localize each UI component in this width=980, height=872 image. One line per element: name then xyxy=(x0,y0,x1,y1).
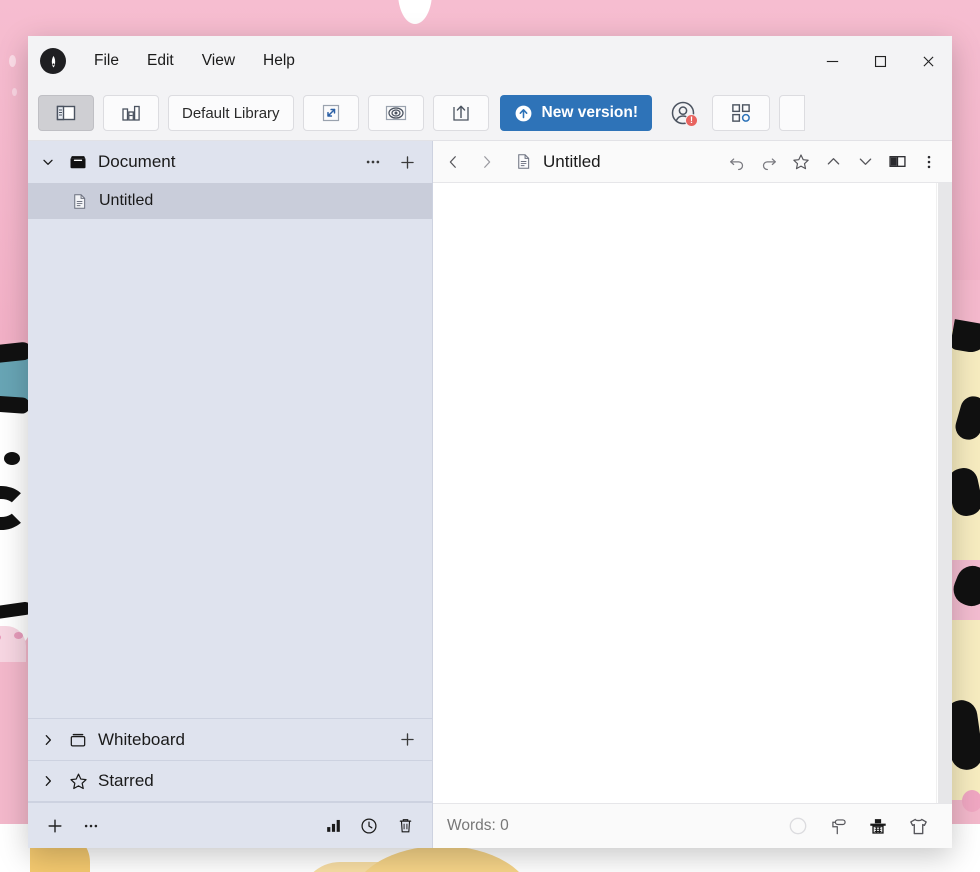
split-view-icon[interactable] xyxy=(882,147,912,177)
sidebar-section-document[interactable]: Document xyxy=(28,141,432,183)
paint-roller-icon[interactable] xyxy=(818,809,858,843)
sidebar-section-starred[interactable]: Starred xyxy=(28,760,432,802)
undo-icon[interactable] xyxy=(722,147,752,177)
sidebar-toggle-icon[interactable] xyxy=(38,95,94,131)
eye-focus-icon[interactable] xyxy=(367,95,424,131)
main-toolbar: Default Library New version! ! xyxy=(28,86,952,141)
circle-outline-icon[interactable] xyxy=(778,809,818,843)
clock-history-icon[interactable] xyxy=(354,811,384,841)
chevron-down-icon[interactable] xyxy=(850,147,880,177)
inbox-archive-icon xyxy=(66,152,90,172)
redo-icon[interactable] xyxy=(754,147,784,177)
minimize-icon[interactable] xyxy=(808,36,856,86)
whiteboard-box-icon xyxy=(66,730,90,750)
desktop-background: File Edit View Help Default Library New … xyxy=(0,0,980,872)
maximize-icon[interactable] xyxy=(856,36,904,86)
star-outline-icon xyxy=(66,771,90,792)
chevron-right-icon[interactable] xyxy=(471,146,503,178)
editor-canvas-area xyxy=(433,183,952,803)
menu-file[interactable]: File xyxy=(80,48,133,74)
page-title: Untitled xyxy=(543,151,601,171)
editor-header: Untitled xyxy=(433,141,952,183)
sidebar-add-document-button[interactable] xyxy=(394,149,420,175)
toolbar-overflow-button[interactable] xyxy=(779,95,806,131)
chevron-right-icon[interactable] xyxy=(38,732,58,748)
new-version-button[interactable]: New version! xyxy=(499,95,653,131)
word-count-label: Words: 0 xyxy=(447,817,509,834)
editor-scrollbar[interactable] xyxy=(936,183,952,803)
chevron-right-icon[interactable] xyxy=(38,773,58,789)
wallpaper-left-eye xyxy=(4,452,20,465)
library-shelf-icon[interactable] xyxy=(103,95,159,131)
list-item[interactable]: Untitled xyxy=(28,183,432,219)
pen-nib-icon xyxy=(40,48,66,74)
bar-chart-icon[interactable] xyxy=(318,811,348,841)
wallpaper-left-cheek-2 xyxy=(14,632,23,639)
menu-edit[interactable]: Edit xyxy=(133,48,188,74)
sidebar-add-whiteboard-button[interactable] xyxy=(394,727,420,753)
sidebar-section-label: Starred xyxy=(98,771,154,790)
sidebar-section-label: Whiteboard xyxy=(98,729,185,749)
wallpaper-dot-b xyxy=(12,88,17,96)
list-item-label: Untitled xyxy=(99,192,154,209)
stamp-icon[interactable] xyxy=(858,809,898,843)
new-version-label: New version! xyxy=(541,104,639,121)
sidebar: Document Untitled Whiteboard Starred xyxy=(28,141,432,848)
window-body: Document Untitled Whiteboard Starred Unt… xyxy=(28,141,952,848)
menu-help[interactable]: Help xyxy=(249,48,309,74)
arrow-up-circle-icon xyxy=(514,104,533,123)
sidebar-footer-add-button[interactable] xyxy=(40,811,70,841)
wallpaper-right-foot xyxy=(962,790,980,812)
sidebar-section-whiteboard[interactable]: Whiteboard xyxy=(28,718,432,760)
document-icon xyxy=(70,192,89,211)
menu-bar: File Edit View Help xyxy=(28,36,952,86)
chevron-up-icon[interactable] xyxy=(818,147,848,177)
sidebar-footer xyxy=(28,802,432,848)
sidebar-document-list-empty xyxy=(28,219,432,718)
default-library-button[interactable]: Default Library xyxy=(168,95,294,131)
status-bar: Words: 0 xyxy=(433,803,952,848)
chevron-down-icon[interactable] xyxy=(38,154,58,170)
app-window: File Edit View Help Default Library New … xyxy=(28,36,952,848)
star-outline-icon[interactable] xyxy=(786,147,816,177)
close-icon[interactable] xyxy=(904,36,952,86)
tshirt-icon[interactable] xyxy=(898,809,938,843)
menu-view[interactable]: View xyxy=(188,48,249,74)
trash-icon[interactable] xyxy=(390,811,420,841)
apps-grid-icon[interactable] xyxy=(712,95,771,131)
more-horizontal-icon[interactable] xyxy=(76,811,106,841)
sidebar-section-label: Document xyxy=(98,152,176,171)
wallpaper-dot-a xyxy=(9,55,16,67)
collapse-arrows-icon[interactable] xyxy=(302,95,359,131)
export-upload-icon[interactable] xyxy=(432,95,489,131)
editor-scrollbar-gutter[interactable] xyxy=(938,183,952,803)
editor-pane: Untitled Words: 0 xyxy=(432,141,952,848)
more-horizontal-icon[interactable] xyxy=(360,149,386,175)
account-alert-icon[interactable]: ! xyxy=(663,93,703,133)
more-vertical-icon[interactable] xyxy=(914,147,944,177)
document-icon xyxy=(509,152,537,171)
wallpaper-right-ink-1 xyxy=(949,319,980,355)
account-alert-badge: ! xyxy=(685,114,699,127)
editor-text-area[interactable] xyxy=(433,183,936,803)
chevron-left-icon[interactable] xyxy=(437,146,469,178)
